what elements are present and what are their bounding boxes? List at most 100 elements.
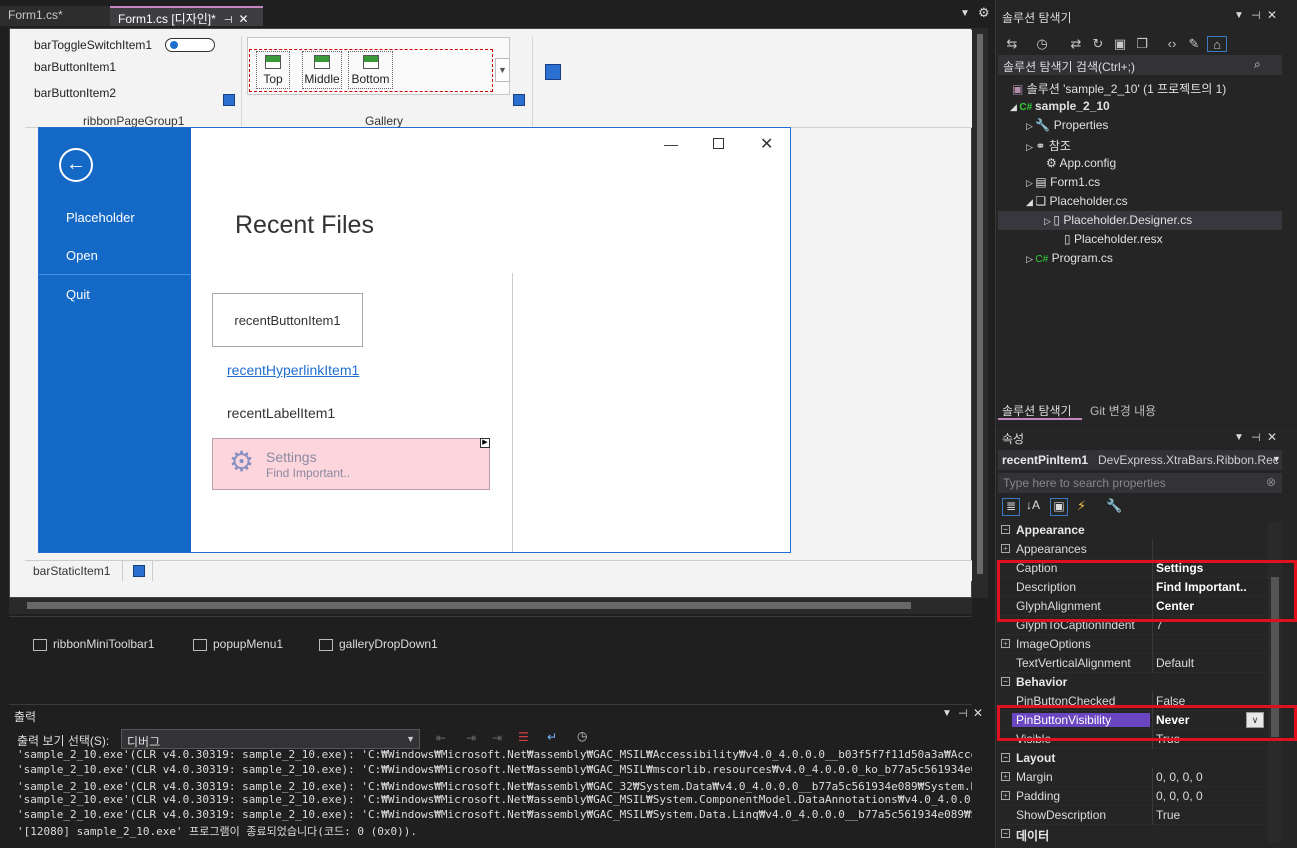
events-lightning-icon[interactable]: ⚡ (1077, 498, 1086, 514)
gallery-item-top[interactable]: Top (256, 51, 290, 89)
properties-view-icon[interactable]: ▣ (1050, 498, 1068, 516)
backstage-item-quit[interactable]: Quit (66, 287, 90, 302)
preview-selected-icon[interactable]: ⌂ (1207, 36, 1227, 52)
property-category[interactable]: − Layout (998, 749, 1282, 768)
pending-changes-icon[interactable]: ⇄ (1068, 36, 1084, 52)
properties-search-input[interactable]: Type here to search properties ⊗ (998, 473, 1282, 493)
vertical-scrollbar[interactable] (972, 28, 988, 598)
collapse-icon[interactable]: − (1001, 677, 1010, 686)
pin-icon[interactable]: ⊣ (1251, 431, 1261, 444)
gallery-item-bottom[interactable]: Bottom (348, 51, 393, 89)
maximize-icon[interactable] (713, 138, 724, 149)
clear-search-icon[interactable]: ⊗ (1266, 475, 1276, 489)
bar-button-item-2[interactable]: barButtonItem2 (34, 86, 116, 100)
horizontal-scrollbar[interactable] (9, 598, 972, 614)
close-icon[interactable]: ✕ (239, 12, 249, 26)
add-item-icon[interactable] (133, 565, 145, 577)
clear-all-icon[interactable]: ☰ (518, 730, 529, 744)
minimize-icon[interactable]: — (664, 136, 678, 152)
tab-solution-explorer[interactable]: 솔루션 탐색기 (998, 400, 1082, 420)
categorized-icon[interactable]: ≣ (1002, 498, 1020, 516)
clock-icon[interactable]: ◷ (577, 729, 587, 743)
history-icon[interactable]: ◷ (1034, 36, 1050, 52)
property-category[interactable]: − Behavior (998, 673, 1282, 692)
tree-placeholder-designer[interactable]: ▷ ▯ Placeholder.Designer.cs (1044, 213, 1192, 232)
toggle-switch[interactable] (165, 38, 215, 52)
property-value[interactable]: Default (1156, 656, 1194, 670)
recent-pin-item[interactable]: ⚙ Settings Find Important.. ▶ (212, 438, 490, 490)
collapse-icon[interactable]: − (1001, 525, 1010, 534)
property-row[interactable]: + Margin 0, 0, 0, 0 (998, 768, 1282, 787)
collapse-all-icon[interactable]: ▣ (1112, 36, 1128, 52)
alphabetical-icon[interactable]: ↓A (1026, 498, 1040, 512)
tree-project[interactable]: ◢ C# sample_2_10 (1010, 99, 1110, 118)
add-group-icon[interactable] (545, 64, 561, 80)
property-pages-wrench-icon[interactable]: 🔧 (1106, 498, 1122, 514)
property-row[interactable]: ShowDescription True (998, 806, 1282, 825)
goto-prev-icon[interactable]: ⇤ (436, 731, 446, 745)
gear-icon[interactable]: ⚙ (978, 5, 990, 21)
bar-toggle-switch-item[interactable]: barToggleSwitchItem1 (34, 38, 152, 52)
refresh-icon[interactable]: ↻ (1090, 36, 1106, 52)
tree-solution[interactable]: ▣ 솔루션 'sample_2_10' (1 프로젝트의 1) (1012, 80, 1226, 99)
backstage-item-placeholder[interactable]: Placeholder (66, 210, 135, 225)
property-row[interactable]: + ImageOptions (998, 635, 1282, 654)
close-icon[interactable]: ✕ (1267, 8, 1277, 22)
view-code-icon[interactable]: ‹› (1164, 36, 1180, 52)
collapse-icon[interactable]: − (1001, 829, 1010, 838)
tab-form1-code[interactable]: Form1.cs* (0, 6, 110, 26)
scroll-thumb[interactable] (977, 34, 983, 574)
close-icon[interactable]: ✕ (973, 706, 983, 720)
property-value[interactable]: 0, 0, 0, 0 (1156, 770, 1203, 784)
sync-icon[interactable]: ⇆ (1004, 36, 1020, 52)
tray-item-gallery-dropdown[interactable]: galleryDropDown1 (319, 637, 438, 651)
goto-next-icon[interactable]: ⇥ (466, 731, 476, 745)
tree-references[interactable]: ▷ ⚭ 참조 (1026, 137, 1071, 156)
bar-button-item-1[interactable]: barButtonItem1 (34, 60, 116, 74)
recent-hyperlink-item[interactable]: recentHyperlinkItem1 (227, 362, 359, 378)
tab-form1-design[interactable]: Form1.cs [디자인]* ⊣ ✕ (110, 6, 263, 26)
pin-icon[interactable]: ⊣ (958, 707, 968, 720)
show-all-files-icon[interactable]: ❐ (1134, 36, 1150, 52)
dropdown-icon[interactable]: ▼ (1234, 432, 1244, 443)
solution-search-box[interactable]: 솔루션 탐색기 검색(Ctrl+;) ⌕ (998, 55, 1282, 75)
dropdown-icon[interactable]: ▼ (1234, 10, 1244, 21)
tray-item-ribbon-mini-toolbar[interactable]: ribbonMiniToolbar1 (33, 637, 154, 651)
expand-icon[interactable]: + (1001, 772, 1010, 781)
property-row[interactable]: + Padding 0, 0, 0, 0 (998, 787, 1282, 806)
property-category[interactable]: − 데이터 (998, 825, 1282, 844)
gallery-scroll-down-button[interactable]: ▼ (495, 58, 510, 82)
tree-properties[interactable]: ▷ 🔧 Properties (1026, 118, 1108, 137)
close-icon[interactable]: ✕ (760, 134, 773, 154)
property-value[interactable]: True (1156, 808, 1180, 822)
close-icon[interactable]: ✕ (1267, 430, 1277, 444)
scroll-thumb[interactable] (27, 602, 911, 609)
tree-placeholder-resx[interactable]: ▯ Placeholder.resx (1064, 232, 1163, 251)
tray-item-popup-menu[interactable]: popupMenu1 (193, 637, 283, 651)
backstage-item-open[interactable]: Open (66, 248, 98, 263)
dropdown-icon[interactable]: ▼ (960, 8, 970, 19)
expand-icon[interactable]: + (1001, 639, 1010, 648)
pin-icon[interactable]: ⊣ (1251, 9, 1261, 22)
bar-static-item[interactable]: barStaticItem1 (33, 564, 110, 578)
goto-last-icon[interactable]: ⇥ (492, 731, 502, 745)
collapse-icon[interactable]: − (1001, 753, 1010, 762)
property-row[interactable]: TextVerticalAlignment Default (998, 654, 1282, 673)
object-selector[interactable]: recentPinItem1 DevExpress.XtraBars.Ribbo… (998, 450, 1282, 470)
pin-smart-tag-icon[interactable]: ▶ (480, 438, 490, 448)
add-item-icon[interactable] (513, 94, 525, 106)
dropdown-icon[interactable]: ▼ (942, 708, 952, 719)
output-source-select[interactable]: 디버그 ▼ (121, 729, 420, 749)
expand-icon[interactable]: + (1001, 544, 1010, 553)
property-value[interactable]: 0, 0, 0, 0 (1156, 789, 1203, 803)
pin-icon[interactable]: ⊣ (224, 15, 233, 26)
tree-program[interactable]: ▷ C# Program.cs (1026, 251, 1113, 270)
back-arrow-icon[interactable]: ← (59, 148, 93, 182)
tree-form1[interactable]: ▷ ▤ Form1.cs (1026, 175, 1100, 194)
add-item-icon[interactable] (223, 94, 235, 106)
word-wrap-icon[interactable]: ↵ (547, 730, 557, 744)
tree-app-config[interactable]: ⚙ App.config (1046, 156, 1116, 175)
property-category[interactable]: − Appearance (998, 521, 1282, 540)
properties-wrench-icon[interactable]: ✎ (1186, 36, 1202, 52)
gallery-item-middle[interactable]: Middle (302, 51, 342, 89)
